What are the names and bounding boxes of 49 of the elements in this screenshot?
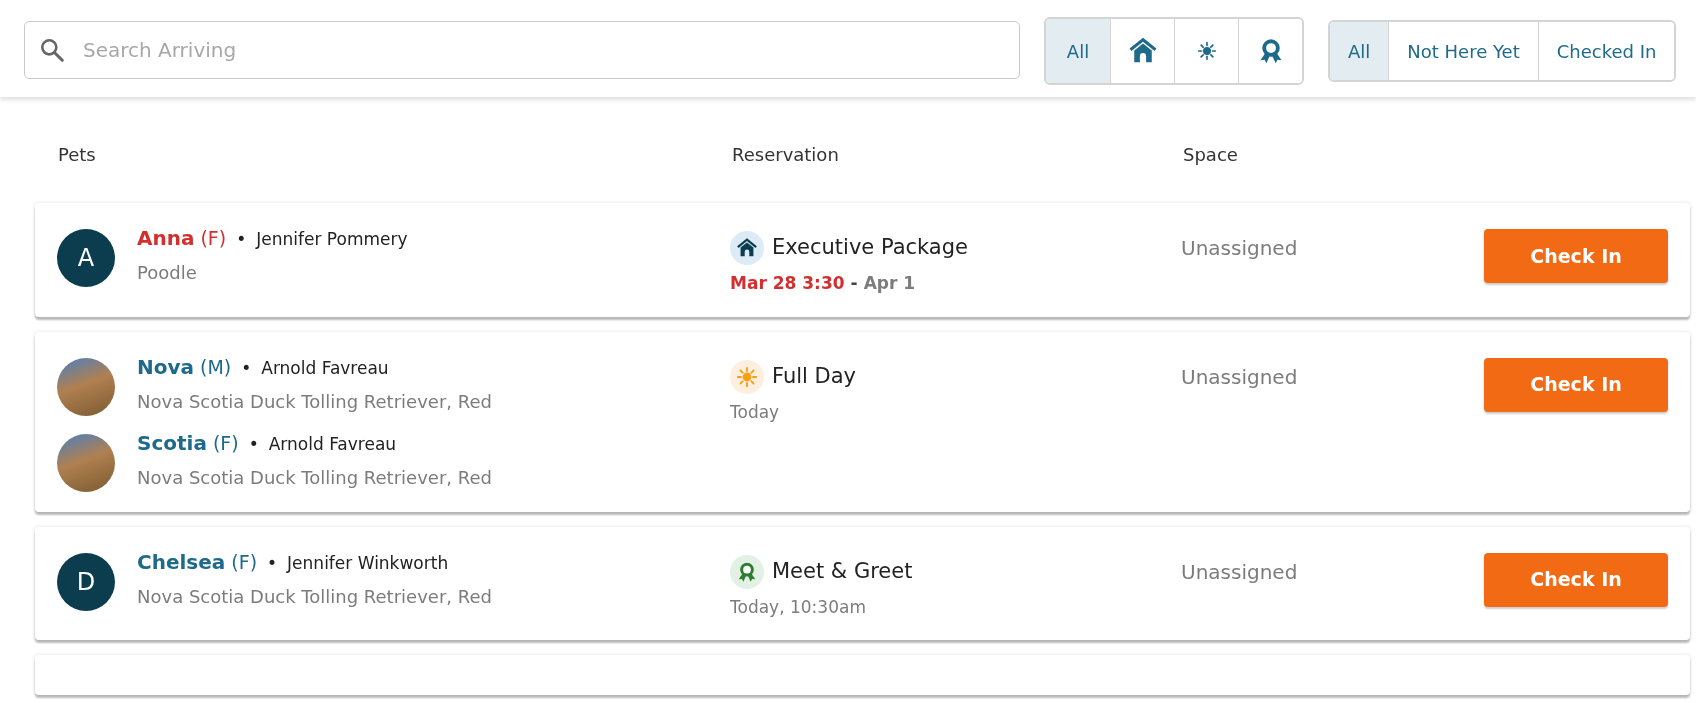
sun-icon xyxy=(730,359,764,394)
service-name: Executive Package xyxy=(772,234,968,262)
service-name: Full Day xyxy=(772,362,857,390)
bullet: • xyxy=(267,551,278,575)
avatar: A xyxy=(57,229,115,287)
bullet: • xyxy=(248,432,259,456)
sun-icon xyxy=(1196,41,1217,61)
pet-breed: Nova Scotia Duck Tolling Retriever, Red xyxy=(137,584,492,609)
pet-sex: (M) xyxy=(200,354,232,380)
pet-sex: (F) xyxy=(231,549,258,575)
filter-tab[interactable]: All xyxy=(1046,19,1110,83)
ribbon-icon xyxy=(730,554,764,589)
pet-sex: (F) xyxy=(200,226,227,251)
house-icon xyxy=(730,231,764,265)
filter-tab[interactable] xyxy=(1238,19,1302,83)
check-in-button[interactable]: Check In xyxy=(1484,357,1668,412)
search-field[interactable]: Search Arriving xyxy=(24,21,1020,79)
owner-name: Jennifer Winkworth xyxy=(287,551,449,575)
reservation-dates: Today xyxy=(730,400,781,424)
reservation-dates: Today, 10:30am xyxy=(730,595,867,619)
space-status: Unassigned xyxy=(1181,558,1299,586)
photo-placeholder xyxy=(57,433,115,492)
pet-name[interactable]: Chelsea xyxy=(137,546,226,577)
reservation-dates: Mar 28 3:30 - Apr 1 xyxy=(730,272,917,295)
status-tab[interactable]: All xyxy=(1330,22,1389,80)
space-status: Unassigned xyxy=(1181,235,1299,262)
column-header: Pets xyxy=(58,143,97,167)
photo-placeholder xyxy=(57,357,115,416)
pet-sex: (F) xyxy=(212,430,239,456)
pet-breed: Nova Scotia Duck Tolling Retriever, Red xyxy=(137,465,492,490)
check-in-button[interactable]: Check In xyxy=(1484,229,1668,283)
bullet: • xyxy=(241,356,252,380)
pet-breed: Nova Scotia Duck Tolling Retriever, Red xyxy=(137,389,492,414)
bullet: • xyxy=(236,228,247,251)
owner-name: Arnold Favreau xyxy=(268,432,397,456)
service-name: Meet & Greet xyxy=(772,557,913,585)
column-header: Space xyxy=(1183,143,1239,167)
column-header: Reservation xyxy=(732,143,840,167)
status-tab[interactable]: Checked In xyxy=(1537,22,1675,80)
pet-name[interactable]: Anna xyxy=(137,223,195,253)
owner-name: Jennifer Pommery xyxy=(256,228,408,251)
search-icon xyxy=(39,37,65,63)
space-status: Unassigned xyxy=(1181,363,1299,391)
pet-name[interactable]: Scotia xyxy=(137,427,207,458)
owner-name: Arnold Favreau xyxy=(261,356,389,380)
avatar: D xyxy=(57,552,115,611)
pet-name[interactable]: Nova xyxy=(137,351,194,382)
pet-breed: Poodle xyxy=(137,261,198,285)
check-in-button[interactable]: Check In xyxy=(1484,552,1668,607)
